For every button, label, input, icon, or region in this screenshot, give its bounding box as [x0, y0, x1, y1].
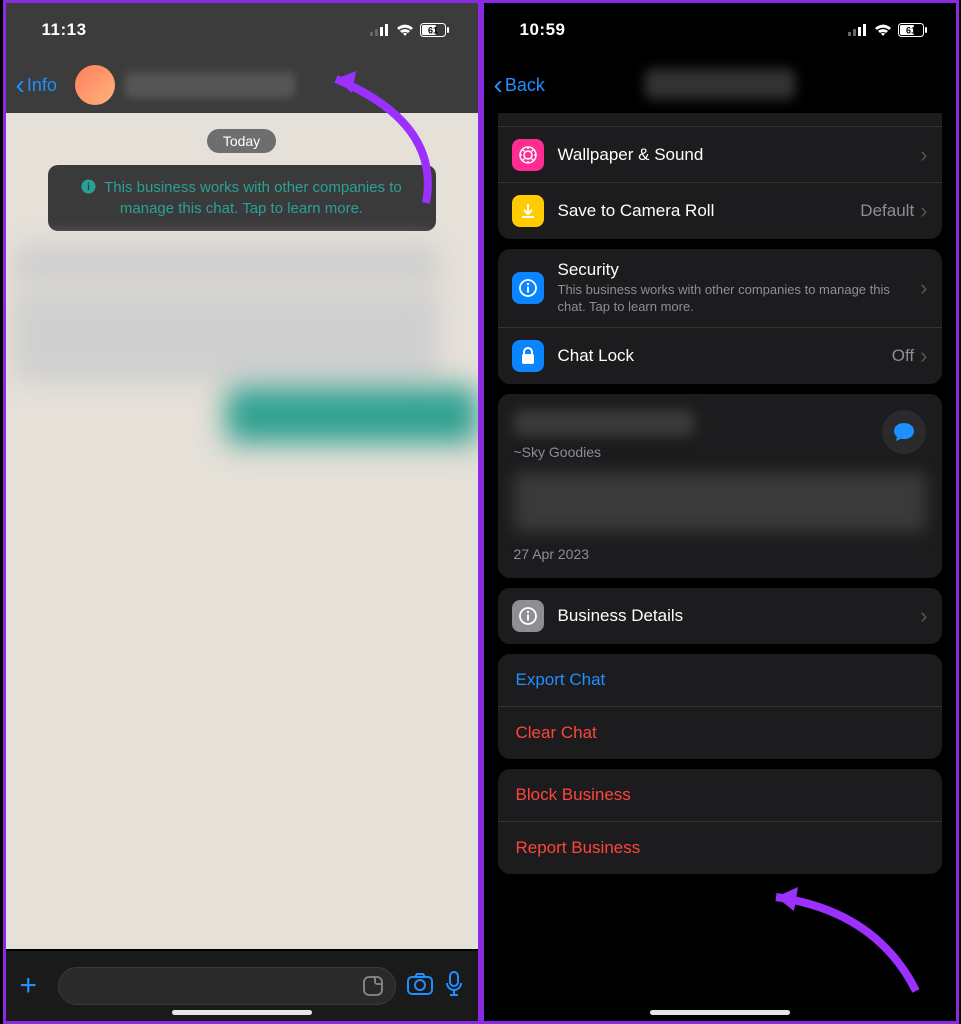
home-indicator[interactable] — [650, 1010, 790, 1015]
list-item[interactable] — [498, 113, 942, 127]
wallpaper-icon — [512, 139, 544, 171]
clear-chat-button[interactable]: Clear Chat — [498, 707, 942, 759]
chevron-left-icon: ‹ — [494, 71, 503, 99]
sticker-icon[interactable] — [361, 974, 385, 1003]
message-bubble[interactable] — [14, 245, 438, 285]
mic-button[interactable] — [444, 971, 464, 1002]
business-details-row[interactable]: Business Details › — [498, 588, 942, 644]
status-bar: 10:59 61 — [484, 3, 956, 57]
cellular-icon — [370, 24, 390, 36]
camera-button[interactable] — [406, 972, 434, 1001]
wallpaper-sound-row[interactable]: Wallpaper & Sound › — [498, 127, 942, 183]
row-value: Default — [860, 201, 914, 221]
chat-body: Today i This business works with other c… — [6, 113, 478, 949]
date-separator: Today — [207, 129, 276, 153]
business-info-banner[interactable]: i This business works with other compani… — [48, 165, 436, 231]
back-label: Back — [505, 75, 545, 96]
row-label: Wallpaper & Sound — [558, 145, 921, 165]
info-icon — [512, 600, 544, 632]
chevron-right-icon: › — [920, 142, 927, 168]
chevron-right-icon: › — [920, 343, 927, 369]
business-card: ~Sky Goodies 27 Apr 2023 — [498, 394, 942, 578]
business-name — [514, 410, 694, 436]
info-text: This business works with other companies… — [104, 179, 402, 217]
download-icon — [512, 195, 544, 227]
row-subtitle: This business works with other companies… — [558, 282, 921, 316]
chat-lock-row[interactable]: Chat Lock Off › — [498, 328, 942, 384]
back-button[interactable]: ‹ Info — [16, 71, 57, 99]
block-business-button[interactable]: Block Business — [498, 769, 942, 822]
wifi-icon — [874, 23, 892, 37]
back-button[interactable]: ‹ Back — [494, 71, 545, 99]
row-value: Off — [892, 346, 914, 366]
page-title — [645, 69, 795, 99]
status-bar: 11:13 61 — [6, 3, 478, 57]
business-description — [514, 472, 926, 532]
row-label: Save to Camera Roll — [558, 201, 861, 221]
contact-avatar[interactable] — [75, 65, 115, 105]
business-date: 27 Apr 2023 — [514, 546, 926, 562]
status-time: 11:13 — [42, 20, 87, 40]
chevron-right-icon: › — [920, 275, 927, 301]
chevron-right-icon: › — [920, 603, 927, 629]
status-icons: 61 — [370, 23, 450, 37]
back-label: Info — [27, 75, 57, 96]
chat-icon — [893, 422, 915, 442]
svg-text:61: 61 — [905, 26, 915, 36]
row-label: Security — [558, 260, 921, 280]
chat-top-bar: ‹ Info — [6, 57, 478, 113]
contact-name[interactable] — [125, 72, 295, 98]
chat-icon-button[interactable] — [882, 410, 926, 454]
svg-text:i: i — [87, 182, 90, 193]
business-handle: ~Sky Goodies — [514, 444, 926, 460]
lock-icon — [512, 340, 544, 372]
battery-icon: 61 — [420, 23, 450, 37]
chevron-right-icon: › — [920, 198, 927, 224]
battery-icon: 61 — [898, 23, 928, 37]
home-indicator[interactable] — [172, 1010, 312, 1015]
svg-text:61: 61 — [427, 26, 437, 36]
status-icons: 61 — [848, 23, 928, 37]
attach-button[interactable]: + — [20, 969, 48, 1003]
row-label: Business Details — [558, 606, 921, 626]
security-row[interactable]: Security This business works with other … — [498, 249, 942, 328]
settings-top-bar: ‹ Back — [484, 57, 956, 113]
message-bubble[interactable] — [14, 291, 438, 381]
wifi-icon — [396, 23, 414, 37]
status-time: 10:59 — [520, 20, 566, 40]
message-input[interactable] — [58, 967, 396, 1005]
cellular-icon — [848, 24, 868, 36]
info-icon: i — [81, 179, 96, 194]
report-business-button[interactable]: Report Business — [498, 822, 942, 874]
info-icon — [512, 272, 544, 304]
chevron-left-icon: ‹ — [16, 71, 25, 99]
export-chat-button[interactable]: Export Chat — [498, 654, 942, 707]
message-bubble-outgoing[interactable] — [226, 387, 478, 443]
row-label: Chat Lock — [558, 346, 892, 366]
save-camera-roll-row[interactable]: Save to Camera Roll Default › — [498, 183, 942, 239]
